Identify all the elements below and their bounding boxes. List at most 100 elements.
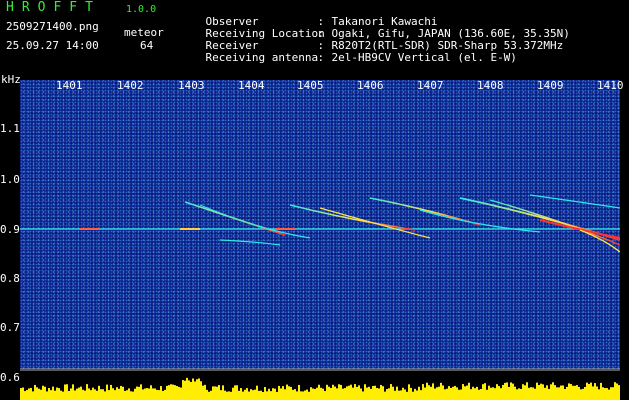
- level-bar: [268, 388, 270, 400]
- meteor-trail: [219, 239, 281, 246]
- level-bar: [580, 389, 582, 400]
- level-bar: [48, 388, 50, 400]
- level-bar: [448, 386, 450, 400]
- level-bar: [294, 389, 296, 400]
- level-bar: [208, 391, 210, 400]
- info-label: Receiving antenna: [205, 51, 319, 64]
- level-bar: [542, 384, 544, 400]
- level-bar: [280, 388, 282, 400]
- level-bar: [564, 389, 566, 400]
- level-bar: [616, 383, 618, 400]
- level-bar: [210, 390, 212, 400]
- level-bar: [58, 388, 60, 400]
- level-bar: [350, 384, 352, 400]
- level-bar: [568, 383, 570, 400]
- level-bar: [532, 387, 534, 400]
- y-tick-label: 1.0: [0, 173, 20, 186]
- level-bar: [196, 379, 198, 400]
- level-bar: [32, 391, 34, 400]
- level-bar: [338, 384, 340, 400]
- level-bar: [348, 385, 350, 400]
- level-bar: [386, 389, 388, 400]
- level-bar: [186, 377, 188, 400]
- level-bar: [152, 388, 154, 400]
- level-bar: [552, 382, 554, 400]
- level-bar: [264, 387, 266, 400]
- level-bar: [518, 388, 520, 400]
- level-bar: [360, 388, 362, 400]
- level-bar: [234, 385, 236, 400]
- level-bar: [130, 391, 132, 400]
- level-bar: [602, 387, 604, 400]
- level-bar: [70, 388, 72, 400]
- level-bar: [460, 389, 462, 400]
- level-bar: [174, 385, 176, 400]
- level-bar: [570, 384, 572, 400]
- level-bar: [138, 386, 140, 400]
- level-bar: [272, 388, 274, 400]
- level-bar: [358, 385, 360, 400]
- level-bar: [44, 386, 46, 400]
- level-bar: [318, 384, 320, 400]
- level-bar: [586, 382, 588, 400]
- level-bar: [290, 386, 292, 400]
- level-bar: [120, 385, 122, 400]
- level-bar: [252, 390, 254, 400]
- meteor-trail: [529, 194, 620, 209]
- signal-level-bars: [20, 369, 620, 400]
- level-bar: [52, 386, 54, 400]
- level-bar: [454, 385, 456, 400]
- level-bar: [314, 388, 316, 400]
- level-bar: [258, 390, 260, 400]
- level-bar: [382, 386, 384, 400]
- level-bar: [206, 389, 208, 400]
- level-bar: [610, 387, 612, 400]
- level-bar: [104, 391, 106, 400]
- level-bar: [204, 384, 206, 400]
- level-bar: [528, 387, 530, 400]
- level-bar: [26, 390, 28, 400]
- spectrogram: [20, 80, 620, 380]
- level-bar: [560, 385, 562, 400]
- y-tick-label: 0.7: [0, 321, 20, 334]
- level-bar: [20, 388, 22, 400]
- level-bar: [332, 384, 334, 400]
- level-bar: [480, 388, 482, 400]
- level-bar: [248, 391, 250, 400]
- level-bar: [596, 386, 598, 400]
- level-bar: [384, 391, 386, 400]
- meteor-trail: [319, 207, 431, 239]
- level-bar: [492, 387, 494, 400]
- level-bar: [200, 381, 202, 400]
- x-tick-label: 1403: [178, 79, 205, 92]
- level-bar: [572, 385, 574, 400]
- level-bar: [500, 388, 502, 400]
- level-bar: [102, 389, 104, 400]
- level-bar: [522, 384, 524, 400]
- level-bar: [398, 390, 400, 400]
- level-bar: [426, 382, 428, 400]
- x-tick-label: 1401: [56, 79, 83, 92]
- level-bar: [404, 389, 406, 400]
- level-bar: [584, 386, 586, 400]
- level-bar: [478, 389, 480, 400]
- y-tick-label: 0.9: [0, 223, 20, 236]
- meteor-label: meteor: [124, 26, 164, 39]
- level-bar: [254, 389, 256, 400]
- level-bar: [482, 384, 484, 400]
- level-bar: [38, 388, 40, 400]
- x-tick-label: 1408: [477, 79, 504, 92]
- level-bar: [188, 380, 190, 400]
- level-bar: [168, 385, 170, 400]
- level-bar: [42, 385, 44, 400]
- level-bar: [540, 383, 542, 400]
- level-bar: [392, 386, 394, 400]
- level-bar: [166, 385, 168, 400]
- level-bar: [488, 385, 490, 400]
- level-bar: [302, 391, 304, 400]
- level-bar: [558, 387, 560, 400]
- level-bar: [618, 385, 620, 400]
- level-bar: [96, 390, 98, 400]
- level-bar: [114, 390, 116, 400]
- level-bar: [414, 388, 416, 400]
